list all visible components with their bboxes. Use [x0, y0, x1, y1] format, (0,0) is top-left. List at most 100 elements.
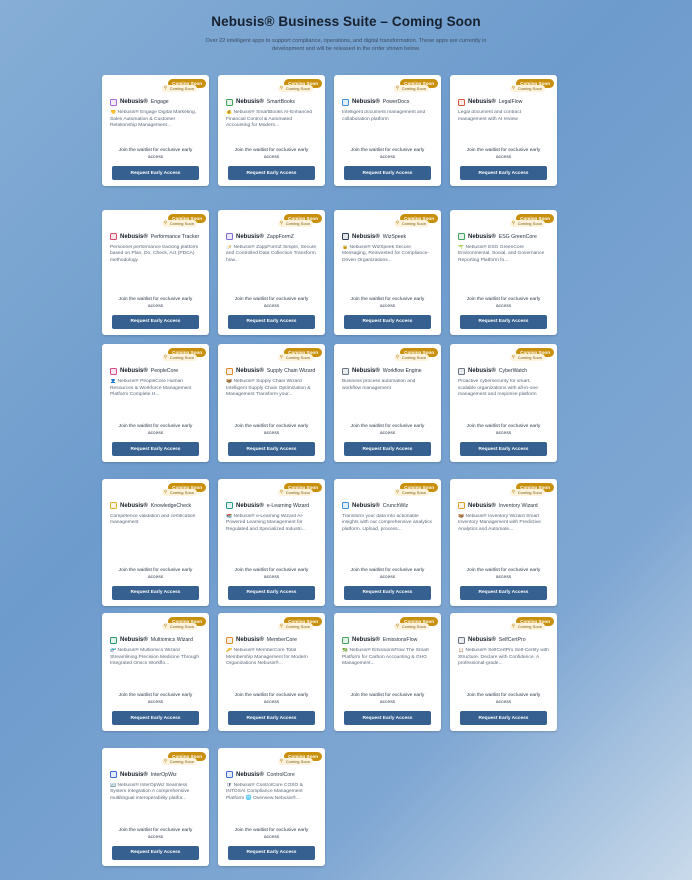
- waitlist-text: Join the waitlist for exclusive early ac…: [234, 827, 309, 840]
- app-card: Coming Soon ⚲ Coming Soon Nebusis® Workfl…: [334, 344, 441, 462]
- app-name: Engage: [150, 99, 169, 105]
- waitlist-text: Join the waitlist for exclusive early ac…: [118, 567, 193, 580]
- request-early-access-button[interactable]: Request Early Access: [228, 711, 315, 725]
- app-description: 🔄 Nebusis® InterOpWiz Seamless System In…: [110, 782, 190, 801]
- app-card: Coming Soon ⚲ Coming Soon Nebusis® ESG Gr…: [450, 209, 557, 335]
- app-description: 📚 Nebusis® e-Learning Wizard AI-Powered …: [226, 513, 306, 532]
- app-title-row: Nebusis® Supply Chain Wizard: [226, 367, 317, 376]
- graduation-cap-icon: [226, 502, 233, 509]
- brand-name: Nebusis®: [236, 771, 264, 778]
- request-early-access-button[interactable]: Request Early Access: [112, 711, 199, 725]
- app-name: e-Learning Wizard: [266, 502, 310, 509]
- request-early-access-button[interactable]: Request Early Access: [228, 585, 315, 600]
- app-name: ESG GreenCore: [498, 233, 537, 240]
- request-early-access-button[interactable]: Request Early Access: [460, 166, 547, 180]
- coming-soon-tag-label: Coming Soon: [401, 86, 426, 91]
- brand-name: Nebusis®: [352, 368, 380, 374]
- magnifier-icon: ⚲: [163, 623, 168, 628]
- request-early-access-button[interactable]: Request Early Access: [344, 314, 431, 329]
- app-title-row: Nebusis® ESG GreenCore: [458, 233, 549, 242]
- coming-soon-tag-label: Coming Soon: [517, 624, 542, 629]
- waitlist-text: Join the waitlist for exclusive early ac…: [350, 148, 425, 160]
- coming-soon-tag-label: Coming Soon: [285, 86, 310, 91]
- request-early-access-button[interactable]: Request Early Access: [112, 585, 199, 600]
- app-name: Workflow Engine: [382, 368, 422, 374]
- waitlist-text: Join the waitlist for exclusive early ac…: [350, 296, 425, 309]
- waitlist-text: Join the waitlist for exclusive early ac…: [118, 424, 193, 436]
- request-early-access-button[interactable]: Request Early Access: [344, 166, 431, 180]
- coming-soon-tag: ⚲ Coming Soon: [277, 757, 313, 765]
- coming-soon-tag: ⚲ Coming Soon: [277, 623, 313, 630]
- app-title-row: Nebusis® ControlCore: [226, 771, 317, 780]
- app-card: Coming Soon ⚲ Coming Soon Nebusis® Engage…: [102, 75, 209, 186]
- app-title-row: Nebusis® LegalFlow: [458, 98, 549, 107]
- request-early-access-button[interactable]: Request Early Access: [344, 585, 431, 600]
- flask-icon: [110, 636, 117, 644]
- coming-soon-tag-label: Coming Soon: [517, 220, 542, 226]
- app-card: Coming Soon ⚲ Coming Soon Nebusis® Perfor…: [102, 209, 209, 335]
- coming-soon-tag: ⚲ Coming Soon: [277, 85, 313, 92]
- request-early-access-button[interactable]: Request Early Access: [228, 166, 315, 180]
- app-name: Multiomics Wizard: [150, 637, 193, 643]
- request-early-access-button[interactable]: Request Early Access: [460, 711, 547, 725]
- waitlist-text: Join the waitlist for exclusive early ac…: [118, 148, 193, 160]
- people-icon: [110, 367, 117, 375]
- coming-soon-tag: ⚲ Coming Soon: [393, 219, 429, 227]
- request-early-access-button[interactable]: Request Early Access: [112, 442, 199, 456]
- request-early-access-button[interactable]: Request Early Access: [228, 314, 315, 329]
- app-name: Inventory Wizard: [498, 502, 538, 509]
- magnifier-icon: ⚲: [279, 623, 284, 628]
- app-title-row: Nebusis® Inventory Wizard: [458, 502, 549, 511]
- chart-icon: [342, 502, 349, 509]
- magnifier-icon: ⚲: [163, 85, 168, 90]
- coming-soon-tag: ⚲ Coming Soon: [509, 85, 545, 92]
- app-card: Coming Soon ⚲ Coming Soon Nebusis® Multio…: [102, 613, 209, 731]
- request-early-access-button[interactable]: Request Early Access: [460, 442, 547, 456]
- app-title-row: Nebusis® CyberWatch: [458, 367, 549, 376]
- request-early-access-button[interactable]: Request Early Access: [112, 166, 199, 180]
- app-title-row: Nebusis® ZappFormZ: [226, 233, 317, 242]
- waitlist-text: Join the waitlist for exclusive early ac…: [466, 148, 541, 160]
- coming-soon-tag-label: Coming Soon: [517, 489, 542, 495]
- truck-icon: [226, 367, 233, 375]
- magnifier-icon: ⚲: [395, 354, 400, 359]
- app-card: Coming Soon ⚲ Coming Soon Nebusis® Emissi…: [334, 613, 441, 731]
- app-card: Coming Soon ⚲ Coming Soon Nebusis® Crunch…: [334, 478, 441, 606]
- page-subtitle: Over 22 intelligent apps to support comp…: [205, 38, 487, 52]
- app-description: 🛡 Nebusis® ControlCore COSO & INTOSAI Co…: [226, 782, 303, 801]
- request-early-access-button[interactable]: Request Early Access: [344, 711, 431, 725]
- gavel-icon: [458, 98, 465, 106]
- document-icon: [342, 98, 349, 106]
- app-title-row: Nebusis® PeopleCore: [110, 367, 201, 376]
- coming-soon-tag: ⚲ Coming Soon: [161, 623, 197, 630]
- request-early-access-button[interactable]: Request Early Access: [112, 845, 199, 860]
- brand-name: Nebusis®: [236, 99, 264, 105]
- request-early-access-button[interactable]: Request Early Access: [112, 314, 199, 329]
- magnifier-icon: ⚲: [279, 85, 284, 90]
- app-name: PeopleCore: [150, 368, 179, 374]
- coming-soon-tag-label: Coming Soon: [285, 355, 310, 360]
- shield-icon: [226, 771, 233, 778]
- coming-soon-tag-label: Coming Soon: [169, 86, 194, 91]
- request-early-access-button[interactable]: Request Early Access: [228, 845, 315, 860]
- coming-soon-tag: ⚲ Coming Soon: [393, 623, 429, 630]
- coming-soon-tag: ⚲ Coming Soon: [509, 488, 545, 496]
- request-early-access-button[interactable]: Request Early Access: [228, 442, 315, 456]
- coming-soon-tag: ⚲ Coming Soon: [277, 488, 313, 496]
- request-early-access-button[interactable]: Request Early Access: [344, 442, 431, 456]
- request-early-access-button[interactable]: Request Early Access: [460, 314, 547, 329]
- app-card: Coming Soon ⚲ Coming Soon Nebusis® ZappFo…: [218, 209, 325, 335]
- app-description: Intelligent document management and coll…: [342, 110, 426, 122]
- app-description: Personnel performance tracking platform …: [110, 244, 199, 263]
- app-description: 📦 Nebusis® Inventory Wizard Smart Invent…: [458, 513, 541, 532]
- app-name: KnowledgeCheck: [150, 502, 192, 509]
- brand-name: Nebusis®: [120, 502, 148, 509]
- waitlist-text: Join the waitlist for exclusive early ac…: [118, 827, 193, 840]
- app-grid: Coming Soon ⚲ Coming Soon Nebusis® Engage…: [102, 75, 557, 875]
- request-early-access-button[interactable]: Request Early Access: [460, 585, 547, 600]
- brand-name: Nebusis®: [352, 99, 380, 105]
- coming-soon-tag: ⚲ Coming Soon: [161, 488, 197, 496]
- people-icon: [226, 636, 233, 644]
- brand-name: Nebusis®: [468, 637, 496, 643]
- coming-soon-tag-label: Coming Soon: [401, 220, 426, 226]
